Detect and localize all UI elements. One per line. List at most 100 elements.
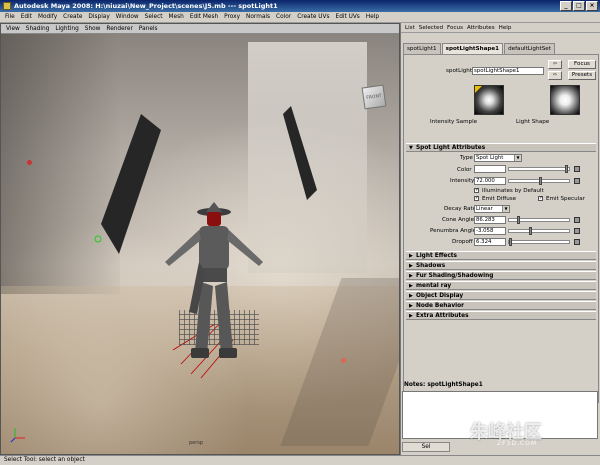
- status-bar: Select Tool: select an object: [0, 455, 600, 465]
- area-light-plane-right: [283, 106, 317, 200]
- ae-menubar: List Selected Focus Attributes Help: [401, 23, 600, 33]
- title-bar: Autodesk Maya 2008: H:\niuzai\New_Projec…: [0, 0, 600, 12]
- viewport-menubar: View Shading Lighting Show Renderer Pane…: [1, 24, 399, 34]
- presets-button[interactable]: Presets: [568, 71, 596, 80]
- color-swatch[interactable]: [474, 165, 506, 173]
- color-label: Color: [457, 167, 472, 173]
- penumbra-angle-slider[interactable]: [508, 227, 570, 235]
- window-title: Autodesk Maya 2008: H:\niuzai\New_Projec…: [14, 2, 278, 10]
- menu-select[interactable]: Select: [142, 14, 166, 20]
- section-shadows[interactable]: ▶ Shadows: [406, 261, 596, 270]
- ae-menu-help[interactable]: Help: [497, 25, 514, 31]
- main-menubar: File Edit Modify Create Display Window S…: [0, 12, 600, 23]
- watermark-subtext: ZF3D.COM: [497, 440, 537, 447]
- menu-file[interactable]: File: [2, 14, 18, 20]
- emit-diffuse-checkbox[interactable]: ✓: [474, 196, 479, 201]
- select-node-icon[interactable]: ⇦: [548, 60, 562, 69]
- menu-edit[interactable]: Edit: [18, 14, 35, 20]
- section-spot-light-attributes[interactable]: ▼ Spot Light Attributes: [406, 143, 596, 152]
- ae-tabs: spotLight1 spotLightShape1 defaultLightS…: [403, 43, 556, 54]
- ae-menu-attributes[interactable]: Attributes: [465, 25, 497, 31]
- minimize-button[interactable]: _: [560, 1, 572, 11]
- dropoff-map-button[interactable]: [574, 239, 580, 245]
- color-slider[interactable]: [508, 165, 570, 173]
- emit-specular-checkbox[interactable]: ✓: [538, 196, 543, 201]
- ae-menu-focus[interactable]: Focus: [445, 25, 465, 31]
- penumbra-angle-map-button[interactable]: [574, 228, 580, 234]
- expand-triangle-icon: ▶: [409, 253, 413, 259]
- section-fur-shading[interactable]: ▶ Fur Shading/Shadowing: [406, 271, 596, 280]
- section-node-behavior[interactable]: ▶ Node Behavior: [406, 301, 596, 310]
- node-name-field[interactable]: spotLightShape1: [472, 67, 544, 75]
- character-model[interactable]: [161, 202, 267, 372]
- dropoff-slider[interactable]: [508, 238, 570, 246]
- intensity-sample-label: Intensity Sample: [430, 119, 478, 125]
- axis-gizmo-icon: [10, 428, 25, 443]
- menu-mesh[interactable]: Mesh: [166, 14, 187, 20]
- tab-spotlightshape1[interactable]: spotLightShape1: [441, 43, 504, 54]
- menu-edit-uvs[interactable]: Edit UVs: [333, 14, 363, 20]
- dropoff-field[interactable]: 6.324: [474, 238, 506, 246]
- intensity-map-button[interactable]: [574, 178, 580, 184]
- menu-edit-mesh[interactable]: Edit Mesh: [187, 14, 221, 20]
- type-label: Type: [460, 155, 473, 161]
- menu-proxy[interactable]: Proxy: [221, 14, 243, 20]
- node-label: spotLight:: [446, 68, 474, 74]
- vp-menu-panels[interactable]: Panels: [136, 26, 161, 32]
- show-output-icon[interactable]: ⇨: [548, 71, 562, 80]
- penumbra-angle-field[interactable]: -3.058: [474, 227, 506, 235]
- expand-triangle-icon: ▶: [409, 263, 413, 269]
- penumbra-angle-label: Penumbra Angle: [430, 228, 477, 234]
- emit-specular-label: Emit Specular: [546, 196, 585, 202]
- cone-angle-slider[interactable]: [508, 216, 570, 224]
- menu-window[interactable]: Window: [113, 14, 142, 20]
- vp-menu-shading[interactable]: Shading: [23, 26, 53, 32]
- menu-color[interactable]: Color: [273, 14, 294, 20]
- cone-angle-field[interactable]: 86.283: [474, 216, 506, 224]
- chevron-down-icon: ▼: [502, 206, 509, 212]
- vp-menu-renderer[interactable]: Renderer: [103, 26, 135, 32]
- focus-button[interactable]: Focus: [568, 60, 596, 69]
- menu-normals[interactable]: Normals: [243, 14, 273, 20]
- ae-menu-selected[interactable]: Selected: [417, 25, 445, 31]
- expand-triangle-icon: ▶: [409, 283, 413, 289]
- vp-menu-lighting[interactable]: Lighting: [52, 26, 81, 32]
- color-map-button[interactable]: [574, 166, 580, 172]
- light-marker[interactable]: [27, 160, 32, 165]
- section-extra-attributes[interactable]: ▶ Extra Attributes: [406, 311, 596, 320]
- decay-rate-dropdown[interactable]: Linear ▼: [474, 205, 510, 213]
- point-light-marker[interactable]: [341, 358, 346, 363]
- type-dropdown[interactable]: Spot Light ▼: [474, 154, 522, 162]
- menu-create[interactable]: Create: [60, 14, 85, 20]
- tab-defaultlightset[interactable]: defaultLightSet: [504, 43, 555, 54]
- ae-menu-list[interactable]: List: [403, 25, 417, 31]
- section-object-display[interactable]: ▶ Object Display: [406, 291, 596, 300]
- section-mental-ray[interactable]: ▶ mental ray: [406, 281, 596, 290]
- light-shape-label: Light Shape: [516, 119, 550, 125]
- locator-green: [94, 235, 102, 243]
- cone-angle-map-button[interactable]: [574, 217, 580, 223]
- menu-create-uvs[interactable]: Create UVs: [294, 14, 332, 20]
- viewcube[interactable]: FRONT: [361, 84, 387, 110]
- maximize-button[interactable]: □: [573, 1, 585, 11]
- select-button[interactable]: Sel: [402, 442, 450, 452]
- menu-modify[interactable]: Modify: [35, 14, 60, 20]
- menu-help[interactable]: Help: [363, 14, 382, 20]
- decay-rate-label: Decay Rate: [444, 206, 477, 212]
- menu-display[interactable]: Display: [85, 14, 112, 20]
- illuminates-default-checkbox[interactable]: ✓: [474, 188, 479, 193]
- cone-angle-label: Cone Angle: [442, 217, 475, 223]
- 3d-viewport[interactable]: FRONT persp: [1, 34, 399, 454]
- vp-menu-view[interactable]: View: [3, 26, 23, 32]
- expand-triangle-icon: ▶: [409, 303, 413, 309]
- vp-menu-show[interactable]: Show: [82, 26, 104, 32]
- close-button[interactable]: ×: [586, 1, 598, 11]
- intensity-field[interactable]: 72.000: [474, 177, 506, 185]
- section-light-effects[interactable]: ▶ Light Effects: [406, 251, 596, 260]
- expand-triangle-icon: ▶: [409, 293, 413, 299]
- tab-spotlight1[interactable]: spotLight1: [403, 43, 441, 54]
- area-light-plane-left: [101, 114, 161, 254]
- intensity-slider[interactable]: [508, 177, 570, 185]
- illuminates-default-label: Illuminates by Default: [482, 188, 544, 194]
- collapse-triangle-icon: ▼: [409, 145, 413, 151]
